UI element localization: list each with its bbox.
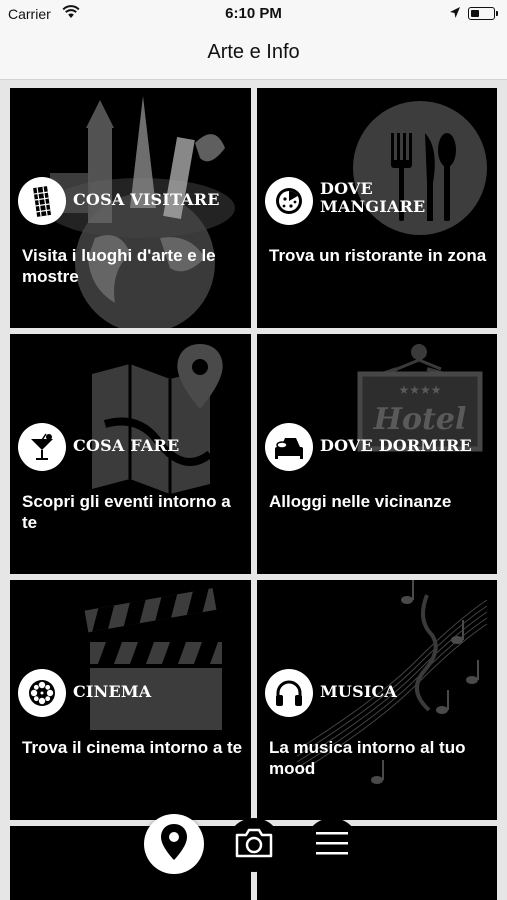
tile-category-label: MUSICA: [320, 682, 398, 701]
cocktail-icon: [18, 423, 66, 471]
tile-musica[interactable]: MUSICA La musica intorno al tuo mood: [257, 580, 497, 820]
tile-partial-right[interactable]: [257, 826, 497, 900]
menu-button[interactable]: [305, 818, 359, 872]
tile-description: Alloggi nelle vicinanze: [269, 492, 452, 511]
tile-description: Trova il cinema intorno a te: [22, 738, 243, 757]
map-button[interactable]: [144, 814, 204, 874]
tile-description: Trova un ristorante in zona: [269, 246, 487, 265]
tile-category-label: COSA VISITARE: [73, 190, 220, 209]
tile-partial-left[interactable]: [10, 826, 251, 900]
tile-cosa-visitare[interactable]: COSA VISITARE Visita i luoghi d'arte e l…: [10, 88, 251, 328]
tile-category-label: COSA FARE: [73, 436, 180, 455]
camera-icon: [234, 827, 274, 864]
location-arrow-icon: [449, 6, 461, 24]
map-pin-icon: [160, 823, 188, 866]
camera-button[interactable]: [227, 818, 281, 872]
bed-icon: [265, 423, 313, 471]
hotel-stars: ★★★★: [398, 383, 441, 397]
page-title: Arte e Info: [207, 41, 300, 63]
tile-description: Visita i luoghi d'arte e le mostre: [22, 246, 216, 286]
tile-dove-mangiare[interactable]: DOVE MANGIARE Trova un ristorante in zon…: [257, 88, 497, 328]
clock: 6:10 PM: [225, 5, 282, 22]
status-bar: Carrier 6:10 PM: [0, 0, 507, 28]
navigation-bar: Arte e Info: [0, 28, 507, 80]
tile-category-label: CINEMA: [73, 682, 152, 701]
category-grid: COSA VISITARE Visita i luoghi d'arte e l…: [0, 80, 507, 900]
battery-icon: [468, 7, 498, 20]
tile-category-label: DOVE MANGIARE: [320, 179, 426, 216]
hotel-sign-text: Hotel: [373, 402, 467, 437]
tile-description: La musica intorno al tuo mood: [269, 738, 466, 778]
tile-description: Scopri gli eventi intorno a te: [22, 492, 231, 532]
headphones-icon: [265, 669, 313, 717]
tile-dove-dormire[interactable]: ★★★★ Hotel DOVE DORMIRE Alloggi nelle vi…: [257, 334, 497, 574]
pizza-icon: [265, 177, 313, 225]
tile-category-label: DOVE DORMIRE: [320, 436, 472, 455]
tile-cosa-fare[interactable]: COSA FARE Scopri gli eventi intorno a te: [10, 334, 251, 574]
menu-icon: [315, 830, 349, 861]
leaning-tower-icon: [18, 177, 66, 225]
film-reel-icon: [18, 669, 66, 717]
tile-cinema[interactable]: CINEMA Trova il cinema intorno a te: [10, 580, 251, 820]
